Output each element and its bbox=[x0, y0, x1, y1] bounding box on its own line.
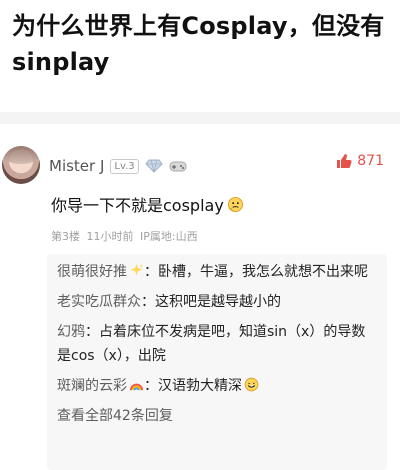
reply-text: 这积吧是越导越小的 bbox=[155, 294, 281, 310]
avatar-hair-shape bbox=[2, 146, 40, 164]
reply-separator: ： bbox=[144, 378, 158, 394]
reply-item[interactable]: 很萌很好推 ：卧槽，牛逼，我怎么就想不出来呢 bbox=[57, 260, 377, 284]
level-badge: Lv.3 bbox=[110, 158, 139, 174]
reply-item[interactable]: 幻鸦：占着床位不发病是吧，知道sin（x）的导数是cos（x），出院 bbox=[57, 320, 377, 368]
question-title: 为什么世界上有Cosplay，但没有sinplay bbox=[12, 12, 385, 76]
reply-item[interactable]: 斑斓的云彩 ：汉语勃大精深 bbox=[57, 374, 377, 398]
reply-thread: 很萌很好推 ：卧槽，牛逼，我怎么就想不出来呢 老实吃瓜群众：这积吧是越导越小的 … bbox=[47, 254, 387, 470]
reply-author[interactable]: 老实吃瓜群众 bbox=[57, 294, 141, 310]
rainbow-icon bbox=[129, 383, 144, 391]
like-count: 871 bbox=[357, 153, 384, 169]
view-all-replies-link[interactable]: 查看全部42条回复 bbox=[57, 404, 377, 428]
comment-card: Mister J Lv.3 871 你导一下不就是cosplay 第3楼 11小… bbox=[0, 132, 400, 470]
reply-separator: ： bbox=[141, 294, 155, 310]
thumbs-up-icon bbox=[337, 154, 352, 168]
like-button[interactable]: 871 bbox=[335, 152, 384, 170]
reply-text: 卧槽，牛逼，我怎么就想不出来呢 bbox=[158, 264, 368, 280]
avatar[interactable] bbox=[2, 146, 40, 184]
page: 为什么世界上有Cosplay，但没有sinplay Mister J Lv.3 bbox=[0, 0, 400, 470]
reply-text: 占着床位不发病是吧，知道sin（x）的导数是cos（x），出院 bbox=[57, 324, 366, 364]
laughing-face-emoji bbox=[244, 377, 259, 392]
sparkles-icon bbox=[130, 263, 144, 276]
reply-author[interactable]: 很萌很好推 bbox=[57, 264, 127, 280]
diamond-badge-icon bbox=[145, 159, 163, 173]
comment-meta: 第3楼 11小时前 IP属地:山西 bbox=[51, 230, 198, 243]
reply-author[interactable]: 幻鸦 bbox=[57, 324, 85, 340]
reply-text: 汉语勃大精深 bbox=[158, 378, 242, 394]
comment-body: 你导一下不就是cosplay bbox=[51, 196, 224, 215]
reply-item[interactable]: 老实吃瓜群众：这积吧是越导越小的 bbox=[57, 290, 377, 314]
reply-separator: ： bbox=[144, 264, 158, 280]
game-controller-icon bbox=[169, 161, 187, 172]
username[interactable]: Mister J bbox=[49, 157, 104, 175]
section-divider bbox=[0, 112, 400, 124]
user-row: Mister J Lv.3 bbox=[49, 154, 187, 178]
reply-author[interactable]: 斑斓的云彩 bbox=[57, 378, 127, 394]
thinking-face-emoji bbox=[227, 196, 243, 213]
reply-separator: ： bbox=[85, 324, 99, 340]
comment-text: 你导一下不就是cosplay bbox=[51, 194, 244, 218]
